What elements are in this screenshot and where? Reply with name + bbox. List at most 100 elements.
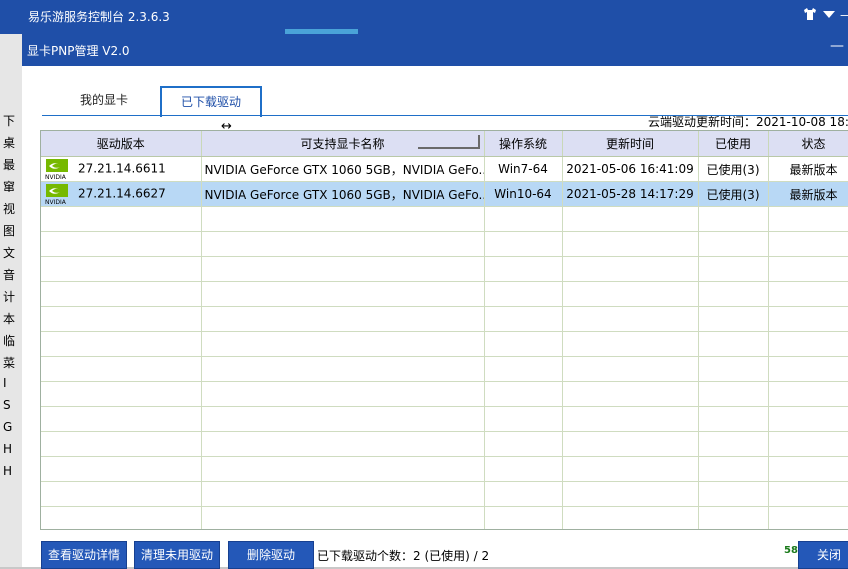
nvidia-logo-icon: NVIDIA — [44, 183, 76, 206]
empty-table-row — [41, 231, 848, 257]
empty-cell — [201, 206, 485, 232]
driver-table: 驱动版本 可支持显卡名称 操作系统 更新时间 已使用 状态 NVIDIA 27.2… — [40, 130, 848, 530]
empty-cell — [562, 381, 699, 407]
empty-cell — [484, 256, 563, 282]
empty-cell — [698, 456, 769, 482]
cell-status: 最新版本 — [768, 156, 848, 182]
empty-cell — [201, 356, 485, 382]
empty-cell — [768, 306, 848, 332]
empty-cell — [41, 206, 202, 232]
background-strip-char: 菜 — [3, 356, 16, 370]
empty-cell — [201, 281, 485, 307]
empty-cell — [562, 256, 699, 282]
empty-cell — [41, 281, 202, 307]
background-strip-char: H — [3, 442, 13, 456]
empty-cell — [484, 206, 563, 232]
cell-updated: 2021-05-06 16:41:09 — [562, 156, 699, 182]
empty-cell — [698, 431, 769, 457]
empty-table-row — [41, 456, 848, 482]
svg-text:NVIDIA: NVIDIA — [45, 199, 67, 205]
background-strip-char: 下 — [3, 114, 16, 128]
empty-cell — [768, 406, 848, 432]
version-text: 27.21.14.6627 — [78, 186, 166, 201]
delete-driver-button[interactable]: 删除驱动 — [228, 541, 314, 569]
empty-cell — [768, 481, 848, 507]
clean-unused-drivers-button[interactable]: 清理未用驱动 — [134, 541, 220, 569]
svg-text:NVIDIA: NVIDIA — [45, 174, 67, 180]
minimize-icon[interactable]: — — [840, 8, 848, 22]
empty-cell — [562, 356, 699, 382]
tab-divider — [42, 115, 848, 116]
empty-cell — [698, 306, 769, 332]
background-strip-char: H — [3, 464, 13, 478]
empty-cell — [698, 481, 769, 507]
app-window: 易乐游服务控制台 2.3.6.3 — 显卡PNP管理 V2.0 — 我的显卡 已… — [0, 0, 848, 569]
skin-icon[interactable] — [803, 8, 817, 23]
empty-cell — [484, 481, 563, 507]
empty-cell — [484, 356, 563, 382]
background-strip-char: 视 — [3, 202, 16, 216]
close-button[interactable]: 关闭 — [798, 541, 848, 569]
column-header-used[interactable]: 已使用 — [698, 131, 769, 157]
empty-cell — [562, 281, 699, 307]
cell-version: NVIDIA 27.21.14.6611 — [41, 156, 202, 182]
sub-minimize-icon[interactable]: — — [830, 38, 844, 54]
empty-cell — [201, 381, 485, 407]
content-area: 我的显卡 已下载驱动 云端驱动更新时间：2021-10-08 18:3 ↔ 驱动… — [22, 66, 848, 569]
empty-cell — [484, 431, 563, 457]
empty-cell — [41, 306, 202, 332]
empty-cell — [201, 431, 485, 457]
column-header-updated[interactable]: 更新时间 — [562, 131, 699, 157]
column-header-os[interactable]: 操作系统 — [484, 131, 563, 157]
empty-cell — [562, 456, 699, 482]
background-strip-char: 图 — [3, 224, 16, 238]
empty-cell — [484, 456, 563, 482]
cell-card-names: NVIDIA GeForce GTX 1060 5GB，NVIDIA GeFo.… — [201, 156, 485, 182]
table-row[interactable]: NVIDIA 27.21.14.6627 NVIDIA GeForce GTX 10… — [41, 181, 848, 207]
empty-cell — [41, 456, 202, 482]
empty-cell — [562, 231, 699, 257]
empty-cell — [562, 331, 699, 357]
cell-updated: 2021-05-28 14:17:29 — [562, 181, 699, 207]
tab-downloaded-drivers[interactable]: 已下载驱动 — [160, 86, 262, 117]
app-title: 易乐游服务控制台 2.3.6.3 — [28, 10, 170, 24]
column-header-card-names[interactable]: 可支持显卡名称 — [201, 131, 485, 157]
empty-cell — [768, 281, 848, 307]
background-strip-char: 窜 — [3, 180, 16, 194]
view-driver-details-button[interactable]: 查看驱动详情 — [41, 541, 127, 569]
background-strip-char: I — [3, 376, 7, 390]
empty-cell — [201, 406, 485, 432]
empty-cell — [41, 406, 202, 432]
empty-cell — [768, 256, 848, 282]
empty-cell — [201, 256, 485, 282]
background-strip-char: G — [3, 420, 13, 434]
sub-window-title-bar: 显卡PNP管理 V2.0 — — [22, 34, 848, 66]
empty-cell — [484, 281, 563, 307]
empty-cell — [768, 331, 848, 357]
cell-version: NVIDIA 27.21.14.6627 — [41, 181, 202, 207]
menu-down-icon[interactable] — [823, 8, 835, 23]
empty-cell — [698, 231, 769, 257]
empty-cell — [41, 331, 202, 357]
version-text: 27.21.14.6611 — [78, 161, 166, 176]
empty-cell — [201, 481, 485, 507]
empty-table-row — [41, 381, 848, 407]
empty-table-row — [41, 356, 848, 382]
background-strip-char: 文 — [3, 246, 16, 260]
background-strip-char: 计 — [3, 290, 16, 304]
cell-os: Win7-64 — [484, 156, 563, 182]
column-header-version[interactable]: 驱动版本 — [41, 131, 202, 157]
empty-cell — [562, 431, 699, 457]
empty-cell — [484, 406, 563, 432]
empty-cell — [562, 306, 699, 332]
empty-cell — [768, 456, 848, 482]
nvidia-logo-icon: NVIDIA — [44, 158, 76, 181]
empty-cell — [698, 506, 769, 529]
empty-cell — [768, 356, 848, 382]
empty-cell — [698, 406, 769, 432]
column-header-status[interactable]: 状态 — [768, 131, 848, 157]
tab-my-gpu[interactable]: 我的显卡 — [54, 86, 154, 115]
empty-cell — [562, 506, 699, 529]
empty-cell — [41, 231, 202, 257]
table-row[interactable]: NVIDIA 27.21.14.6611 NVIDIA GeForce GTX 10… — [41, 156, 848, 182]
